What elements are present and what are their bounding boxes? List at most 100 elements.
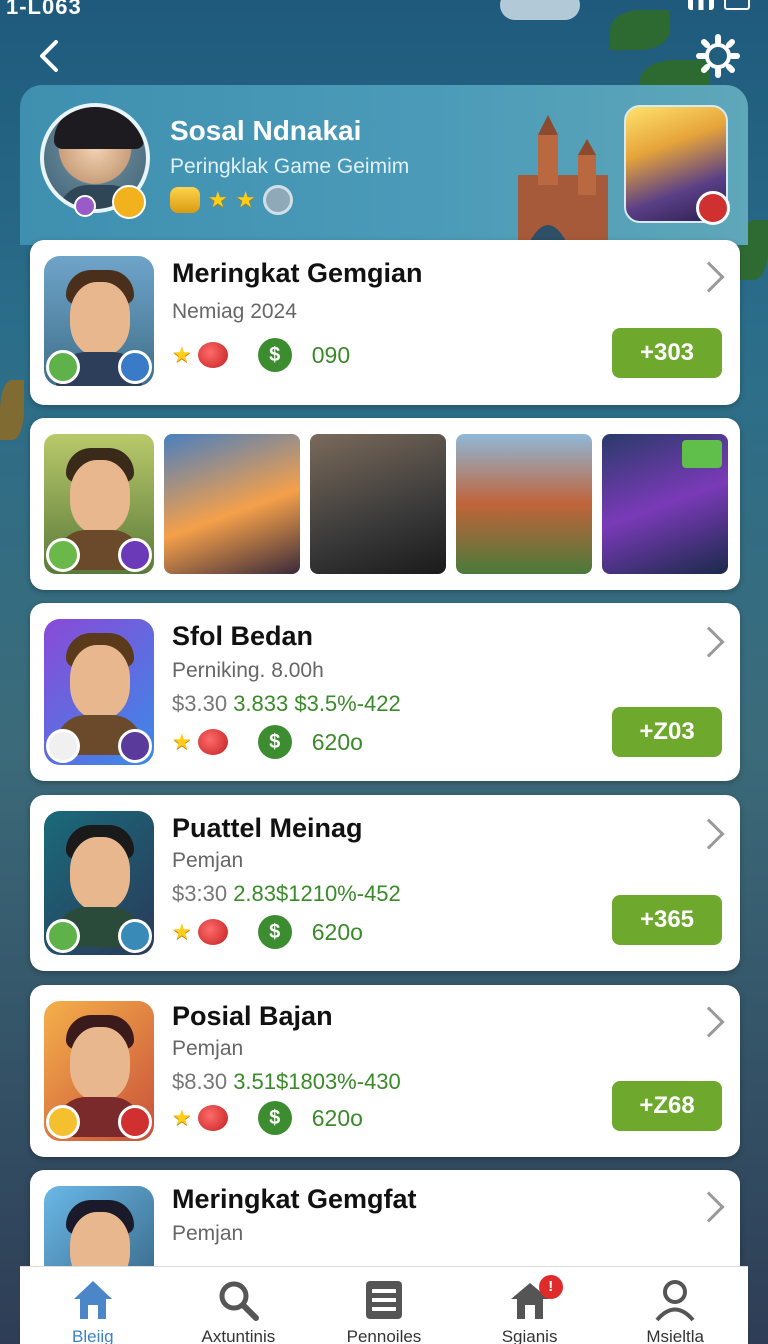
item-subtitle: Pemjan <box>172 1222 244 1245</box>
item-value: 620o <box>311 728 363 755</box>
list-icon <box>365 1281 402 1319</box>
castle-illustration <box>518 115 608 245</box>
item-title: Posial Bajan <box>172 1001 333 1031</box>
nav-label: Bleiig <box>72 1327 114 1344</box>
star-icon: ★ <box>172 919 192 944</box>
player-avatar <box>44 1001 154 1141</box>
item-title: Puattel Meinag <box>172 813 363 843</box>
shield-icon <box>263 185 294 215</box>
star-icon: ★ <box>208 187 228 212</box>
profile-badges: ★ ★ <box>170 185 294 215</box>
heart-icon <box>197 342 228 368</box>
item-title: Meringkat Gemgfat <box>172 1184 417 1214</box>
player-avatar <box>44 619 154 765</box>
status-time: 1-L063 <box>6 0 82 19</box>
magic-badge-icon <box>118 538 152 572</box>
rank-badge-icon <box>696 191 730 225</box>
player-avatar <box>44 811 154 955</box>
home-icon <box>73 1281 112 1319</box>
star-icon: ★ <box>235 187 256 212</box>
hero-thumbnail[interactable] <box>624 105 730 225</box>
screenshot-thumbnail[interactable] <box>456 434 592 574</box>
score-button[interactable]: +Z68 <box>612 1081 722 1131</box>
item-stats-value: 3.51$1803%-430 <box>233 1069 401 1094</box>
item-rewards: ★ $ 620o <box>172 725 363 759</box>
screenshot-thumbnail[interactable] <box>602 434 728 574</box>
dollar-icon: $ <box>257 338 292 372</box>
check-icon <box>682 440 722 468</box>
item-stats-value: 2.83$1210%-452 <box>233 881 401 906</box>
crown-badge-icon <box>46 919 80 953</box>
heart-icon <box>197 729 228 755</box>
dollar-icon: $ <box>257 1101 292 1135</box>
list-item[interactable]: Sfol Bedan Perniking. 8.00h $3.30 3.833 … <box>30 603 740 781</box>
nav-search[interactable]: Axtuntinis <box>166 1267 312 1344</box>
food-badge-icon <box>46 350 80 384</box>
item-subtitle: Pemjan <box>172 1037 244 1060</box>
list-item[interactable]: Puattel Meinag Pemjan $3:30 2.83$1210%-4… <box>30 795 740 971</box>
item-value: 090 <box>311 341 351 368</box>
nav-label: Pennoiles <box>346 1327 422 1344</box>
chevron-right-icon[interactable] <box>693 818 725 850</box>
chevron-right-icon[interactable] <box>693 1191 725 1223</box>
list-item[interactable]: Meringkat Gemgian Nemiag 2024 ★ $ 090 +3… <box>30 240 740 405</box>
heart-icon <box>197 919 228 945</box>
item-subtitle: Perniking. 8.00h <box>172 659 324 682</box>
fox-badge-icon <box>46 729 80 763</box>
notification-badge: ! <box>538 1275 563 1299</box>
item-price: $3.30 <box>172 691 228 716</box>
tool-badge-icon <box>118 919 152 953</box>
item-price: $8.30 <box>172 1069 228 1094</box>
background-leaf <box>0 380 24 440</box>
item-value: 620o <box>311 918 363 945</box>
top-nav <box>0 30 768 80</box>
item-rewards: ★ $ 090 <box>172 338 350 372</box>
score-button[interactable]: +365 <box>612 895 722 945</box>
nav-profile[interactable]: Msieltla <box>602 1267 748 1344</box>
nav-label: Sgianis <box>501 1327 558 1344</box>
item-stats: $3.30 3.833 $3.5%-422 <box>172 691 401 717</box>
nav-notifications[interactable]: ! Sgianis <box>457 1267 603 1344</box>
coin-stack-icon <box>170 187 200 213</box>
star-icon: ★ <box>172 342 192 367</box>
item-price: $3:30 <box>172 881 228 906</box>
status-icons <box>688 0 750 10</box>
item-title: Meringkat Gemgian <box>172 258 423 288</box>
score-button[interactable]: +303 <box>612 328 722 378</box>
nav-list[interactable]: Pennoiles <box>311 1267 457 1344</box>
screenshot-thumbnail[interactable] <box>164 434 300 574</box>
level-badge <box>74 195 96 217</box>
bottom-nav: Bleiig Axtuntinis Pennoiles ! Sgianis Ms… <box>20 1266 748 1344</box>
back-icon[interactable] <box>30 36 70 76</box>
item-subtitle: Nemiag 2024 <box>172 300 297 323</box>
dollar-icon: $ <box>257 725 292 759</box>
nav-label: Axtuntinis <box>201 1327 276 1344</box>
chevron-right-icon[interactable] <box>693 626 725 658</box>
food-badge-icon <box>46 538 80 572</box>
item-stats: $3:30 2.83$1210%-452 <box>172 881 401 907</box>
status-bar: 1-L063 <box>0 0 768 22</box>
item-stats: $8.30 3.51$1803%-430 <box>172 1069 401 1095</box>
item-value: 620o <box>311 1104 363 1131</box>
nav-home[interactable]: Bleiig <box>20 1267 166 1344</box>
score-button[interactable]: +Z03 <box>612 707 722 757</box>
player-avatar[interactable] <box>44 434 154 574</box>
list-item[interactable]: Posial Bajan Pemjan $8.30 3.51$1803%-430… <box>30 985 740 1157</box>
tool-badge-icon <box>118 350 152 384</box>
star-icon: ★ <box>172 729 192 754</box>
item-stats-value: 3.833 $3.5%-422 <box>233 691 401 716</box>
item-title: Sfol Bedan <box>172 621 314 651</box>
player-avatar <box>44 256 154 386</box>
chevron-right-icon[interactable] <box>693 261 725 293</box>
nav-label: Msieltla <box>646 1327 704 1344</box>
chevron-right-icon[interactable] <box>693 1006 725 1038</box>
media-gallery <box>30 418 740 590</box>
item-rewards: ★ $ 620o <box>172 1101 363 1135</box>
profile-icon <box>655 1280 695 1322</box>
gear-icon[interactable] <box>696 34 740 78</box>
coin-badge <box>112 185 146 219</box>
battery-icon <box>724 0 750 10</box>
profile-subtitle: Peringklak Game Geimim <box>170 155 410 178</box>
screenshot-thumbnail[interactable] <box>310 434 446 574</box>
search-icon <box>219 1281 260 1321</box>
